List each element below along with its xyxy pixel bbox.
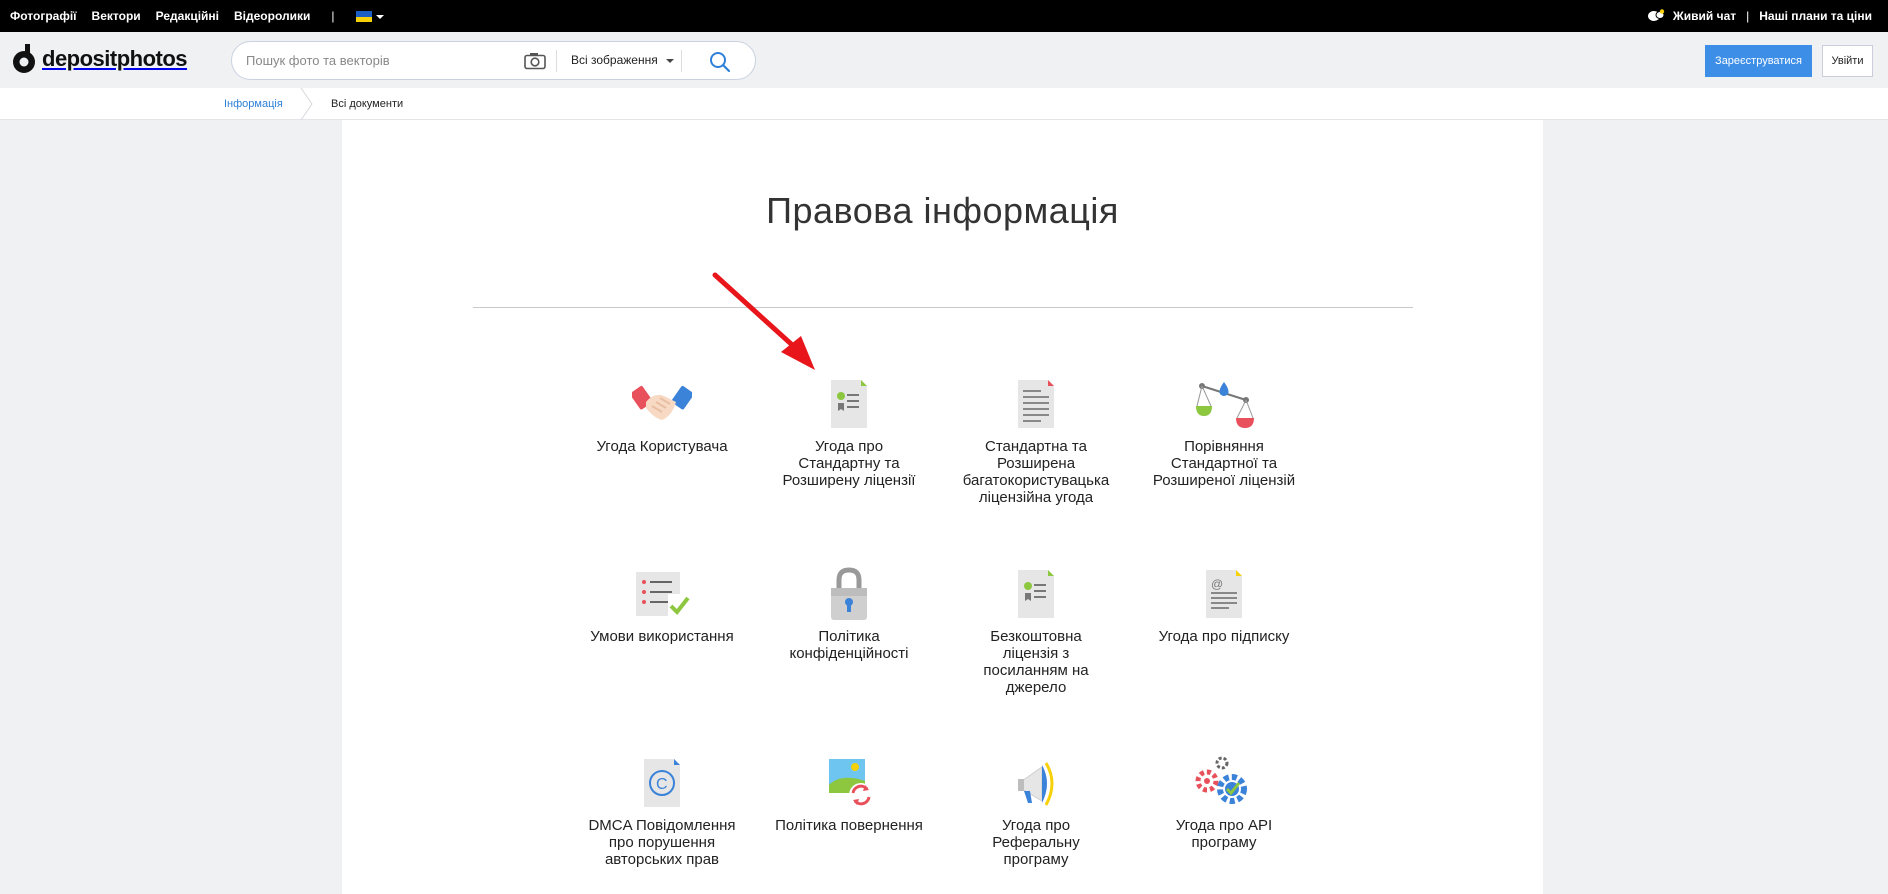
legal-info-panel: Правова інформація Угода Користувача Уго…: [342, 120, 1543, 894]
gears-icon: [1195, 756, 1247, 804]
doc-label: Політика конфіденційності: [789, 628, 909, 662]
checklist-icon: [636, 572, 690, 616]
svg-text:@: @: [1211, 577, 1223, 591]
doc-label: Безкоштовна ліцензія з посиланням на дже…: [983, 628, 1089, 696]
nav-editorial[interactable]: Редакційні: [156, 9, 219, 23]
doc-dmca-notice[interactable]: C DMCA Повідомлення про порушення авторс…: [587, 755, 737, 868]
doc-label: Угода про підписку: [1158, 628, 1290, 645]
text-document-icon: [1018, 380, 1054, 428]
padlock-icon: [831, 567, 867, 620]
nav-photos[interactable]: Фотографії: [10, 9, 77, 23]
doc-label: Політика повернення: [775, 817, 923, 834]
breadcrumb-info-link[interactable]: Інформація: [224, 88, 283, 120]
depositphotos-logo[interactable]: depositphotos: [12, 44, 188, 74]
login-button[interactable]: Увійти: [1822, 45, 1873, 77]
nav-separator: |: [331, 9, 335, 23]
breadcrumb-chevron-icon: [300, 88, 313, 120]
doc-label: Угода про Стандартну та Розширену ліценз…: [782, 438, 916, 489]
license-document-icon: [831, 380, 867, 428]
top-nav: Фотографії Вектори Редакційні Відеоролик…: [10, 0, 384, 32]
nav-videos[interactable]: Відеоролики: [234, 9, 310, 23]
language-selector[interactable]: [355, 9, 384, 23]
chevron-down-icon: [665, 58, 674, 63]
nav-vectors[interactable]: Вектори: [92, 9, 141, 23]
doc-user-agreement[interactable]: Угода Користувача: [587, 376, 737, 455]
doc-free-license-attribution[interactable]: Безкоштовна ліцензія з посиланням на дже…: [961, 566, 1111, 696]
doc-standard-extended-license[interactable]: Угода про Стандартну та Розширену ліценз…: [774, 376, 924, 489]
doc-label: Стандартна та Розширена багатокористувац…: [962, 438, 1110, 506]
scales-icon: [1196, 382, 1254, 428]
ukraine-flag-icon: [355, 11, 372, 23]
doc-label: Угода Користувача: [596, 438, 728, 455]
doc-subscription-agreement[interactable]: @ Угода про підписку: [1149, 566, 1299, 645]
svg-text:C: C: [656, 776, 668, 793]
doc-label: Умови використання: [590, 628, 734, 645]
divider: [681, 50, 682, 72]
plans-pricing-link[interactable]: Наші плани та ціни: [1759, 9, 1872, 23]
logo-mark-icon: [13, 44, 35, 73]
divider: [556, 50, 557, 72]
doc-label: DMCA Повідомлення про порушення авторськ…: [588, 817, 736, 868]
search-icon[interactable]: [709, 51, 731, 73]
doc-license-comparison[interactable]: Порівняння Стандартної та Розширеної ліц…: [1149, 376, 1299, 489]
camera-icon[interactable]: [524, 52, 546, 70]
image-type-dropdown[interactable]: Всі зображення: [571, 42, 674, 79]
header: depositphotos Всі зображення: [0, 32, 1888, 88]
copyright-document-icon: C: [644, 759, 680, 807]
live-chat-link[interactable]: Живий чат: [1673, 9, 1736, 23]
doc-referral-program[interactable]: Угода про Реферальну програму: [961, 755, 1111, 868]
image-type-label: Всі зображення: [571, 53, 658, 67]
logo-text: depositphotos: [42, 46, 188, 71]
handshake-icon: [632, 386, 692, 420]
doc-privacy-policy[interactable]: Політика конфіденційності: [774, 566, 924, 662]
chevron-down-icon: [375, 14, 384, 19]
page-title: Правова інформація: [766, 190, 1119, 231]
chat-bubbles-icon: [1647, 9, 1665, 21]
search-bar: Всі зображення: [231, 41, 756, 80]
email-document-icon: @: [1206, 570, 1242, 618]
breadcrumb-current: Всі документи: [331, 98, 404, 110]
doc-refund-policy[interactable]: Політика повернення: [774, 755, 924, 834]
breadcrumb: Інформація Всі документи: [0, 88, 1888, 120]
doc-api-program[interactable]: Угода про API програму: [1149, 755, 1299, 851]
register-button[interactable]: Зареєструватися: [1705, 45, 1812, 77]
search-input[interactable]: [246, 42, 506, 79]
doc-label: Угода про API програму: [1175, 817, 1273, 851]
image-refund-icon: [829, 759, 873, 807]
license-document-icon: [1018, 570, 1054, 618]
megaphone-icon: [1018, 762, 1054, 806]
doc-label: Угода про Реферальну програму: [992, 817, 1080, 868]
doc-terms-of-use[interactable]: Умови використання: [587, 566, 737, 645]
top-bar: Фотографії Вектори Редакційні Відеоролик…: [0, 0, 1888, 32]
doc-multiuser-license[interactable]: Стандартна та Розширена багатокористувац…: [961, 376, 1111, 506]
doc-label: Порівняння Стандартної та Розширеної ліц…: [1152, 438, 1296, 489]
divider: [473, 307, 1413, 308]
top-right-links: Живий чат | Наші плани та ціни: [1647, 0, 1872, 32]
separator: |: [1746, 9, 1750, 23]
